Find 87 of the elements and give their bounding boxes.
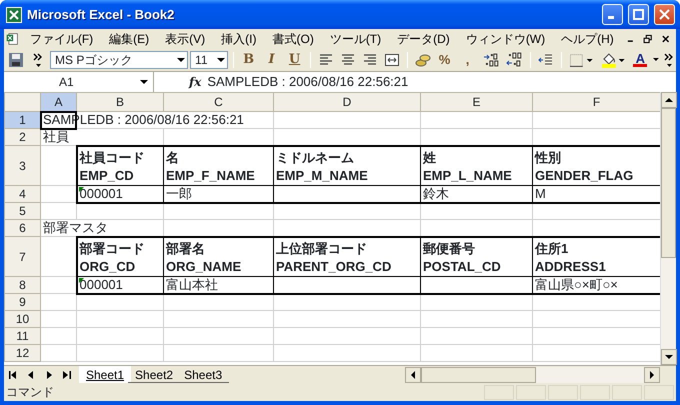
column-header[interactable]: A (40, 92, 76, 112)
header-cell: 上位部署コード PARENT_ORG_CD (274, 236, 420, 276)
maximize-icon (633, 9, 644, 20)
menu-item[interactable]: ヘルプ(H) (553, 29, 622, 49)
table-cell: 富山本社 (164, 276, 274, 294)
scrollbar-thumb[interactable] (661, 108, 676, 258)
italic-button[interactable]: I (262, 50, 282, 70)
status-panel (484, 384, 514, 400)
header-cell: 名 EMP_F_NAME (164, 146, 274, 186)
underline-button[interactable]: U (284, 50, 305, 70)
status-panel (644, 384, 674, 400)
menu-item[interactable]: データ(D) (389, 29, 458, 49)
bold-button[interactable]: B (238, 50, 259, 70)
table-cell: 000001 (76, 186, 164, 202)
dropdown-arrow-icon[interactable] (652, 56, 660, 64)
row-header[interactable]: 7 (4, 236, 40, 276)
column-header[interactable]: C (164, 92, 274, 112)
row-header[interactable]: 10 (4, 310, 40, 328)
insert-function-button[interactable]: fx (189, 73, 202, 91)
left-arrow-icon (410, 370, 416, 378)
minimize-button[interactable] (602, 4, 623, 25)
row-header[interactable]: 8 (4, 276, 40, 294)
font-dropdown[interactable]: MS Pゴシック (50, 51, 188, 69)
right-arrow-icon (649, 370, 655, 378)
formula-field[interactable]: SAMPLEDB : 2006/08/16 22:56:21 (207, 72, 408, 92)
column-header[interactable]: E (420, 92, 532, 112)
row-header[interactable]: 11 (4, 328, 40, 344)
sheet-tab[interactable]: Sheet2 (128, 366, 180, 383)
cell-text: 部署マスタ (40, 220, 164, 236)
status-panel (612, 384, 642, 400)
table-cell: 鈴木 (420, 186, 532, 202)
status-text: コマンド (6, 384, 55, 401)
left-arrow-icon (28, 370, 34, 378)
close-button[interactable] (654, 4, 675, 25)
font-size-dropdown[interactable]: 11 (190, 51, 228, 69)
header-cell: 郵便番号 POSTAL_CD (420, 236, 532, 276)
row-header[interactable]: 2 (4, 128, 40, 146)
header-cell: 部署名 ORG_NAME (164, 236, 274, 276)
last-arrow-icon (63, 370, 71, 378)
table-cell: 一郎 (164, 186, 274, 202)
scroll-left-button[interactable] (405, 366, 421, 382)
window-title: Microsoft Excel - Book2 (27, 6, 176, 24)
first-arrow-icon (9, 370, 17, 378)
sheet-tab[interactable]: Sheet1 (79, 366, 132, 383)
header-cell: 社員コード EMP_CD (76, 146, 164, 186)
status-panel (580, 384, 610, 400)
down-arrow-icon (665, 354, 673, 360)
menu-item[interactable]: 書式(O) (264, 29, 322, 49)
font-color-button[interactable]: A (630, 50, 650, 70)
menu-item[interactable]: ファイル(F) (22, 29, 102, 49)
comma-button[interactable]: , (458, 50, 478, 70)
scroll-right-button[interactable] (644, 366, 660, 382)
save-icon[interactable] (6, 50, 26, 70)
row-header[interactable]: 4 (4, 186, 40, 202)
menu-item[interactable]: 挿入(I) (213, 29, 264, 49)
excel-icon (6, 6, 22, 22)
row-header[interactable]: 5 (4, 202, 40, 220)
row-header[interactable]: 3 (4, 146, 40, 186)
up-arrow-icon (665, 97, 673, 103)
status-panel (548, 384, 578, 400)
right-arrow-icon (46, 370, 52, 378)
scroll-up-button[interactable] (661, 92, 677, 108)
percent-button[interactable]: % (434, 50, 455, 70)
column-header[interactable]: F (532, 92, 660, 112)
toolbar-options-icon[interactable] (664, 52, 674, 68)
maximize-button[interactable] (628, 4, 649, 25)
menu-item[interactable]: ウィンドウ(W) (458, 29, 554, 49)
close-icon (659, 9, 670, 20)
row-header[interactable]: 1 (4, 112, 40, 128)
dropdown-arrow-icon (139, 78, 149, 86)
row-header[interactable]: 12 (4, 344, 40, 362)
row-header[interactable]: 9 (4, 294, 40, 310)
header-cell: ミドルネーム EMP_M_NAME (274, 146, 420, 186)
header-cell: 姓 EMP_L_NAME (420, 146, 532, 186)
menu-item[interactable]: ツール(T) (322, 29, 390, 49)
column-header[interactable]: B (76, 92, 164, 112)
header-cell: 部署コード ORG_CD (76, 236, 164, 276)
scrollbar-thumb[interactable] (421, 366, 536, 382)
sheet-tab[interactable]: Sheet3 (177, 366, 230, 383)
table-cell: 000001 (76, 276, 164, 294)
cell-text: 社員 (40, 128, 164, 146)
menu-item[interactable]: 表示(V) (157, 29, 214, 49)
row-header[interactable]: 6 (4, 220, 40, 236)
status-panel (516, 384, 546, 400)
scroll-down-button[interactable] (661, 349, 677, 365)
column-header[interactable]: D (274, 92, 420, 112)
menu-item[interactable]: 編集(E) (101, 29, 158, 49)
